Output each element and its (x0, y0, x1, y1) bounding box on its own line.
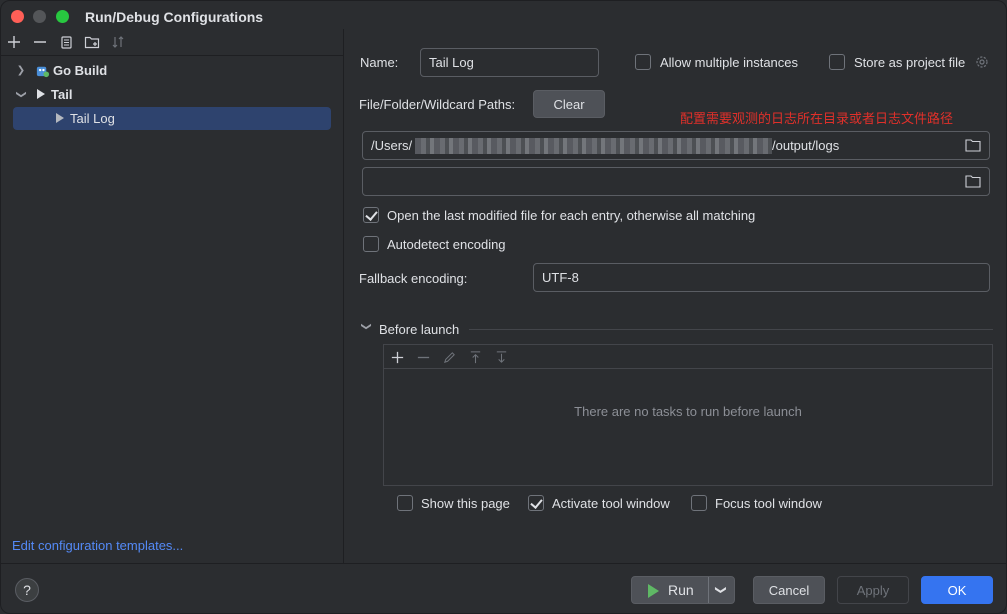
fallback-encoding-label: Fallback encoding: (359, 271, 468, 286)
chevron-down-icon[interactable]: ❯ (708, 585, 734, 594)
edit-configuration-templates-link[interactable]: Edit configuration templates... (12, 538, 183, 553)
ok-button[interactable]: OK (921, 576, 993, 604)
path-prefix: /Users/ (371, 138, 413, 153)
tree-item-label: Tail (51, 87, 73, 102)
copy-icon[interactable] (56, 32, 76, 52)
show-this-page-checkbox[interactable] (397, 495, 413, 511)
dialog-footer: ? Run ❯ Cancel Apply OK (1, 563, 1006, 613)
autodetect-encoding-label: Autodetect encoding (387, 237, 506, 252)
close-window-button[interactable] (11, 10, 24, 23)
tree-divider (1, 55, 343, 56)
path-suffix: /output/logs (772, 138, 840, 153)
name-input[interactable]: Tail Log (420, 48, 599, 77)
paths-label: File/Folder/Wildcard Paths: (359, 97, 516, 112)
cancel-button[interactable]: Cancel (753, 576, 825, 604)
maximize-window-button[interactable] (56, 10, 69, 23)
help-button[interactable]: ? (15, 578, 39, 602)
allow-multiple-label: Allow multiple instances (660, 55, 799, 70)
allow-multiple-checkbox[interactable] (635, 54, 651, 70)
focus-tool-window-label: Focus tool window (715, 496, 822, 511)
tree-item-tail[interactable]: ❯ Tail (13, 83, 331, 106)
tree-item-label: Tail Log (70, 111, 115, 126)
move-down-icon[interactable] (491, 347, 511, 367)
sort-icon[interactable] (108, 32, 128, 52)
empty-tasks-text: There are no tasks to run before launch (574, 404, 802, 419)
store-project-label: Store as project file (854, 55, 966, 70)
fallback-encoding-input[interactable]: UTF-8 (533, 263, 990, 292)
tree-toolbar (1, 29, 344, 55)
open-last-modified-label: Open the last modified file for each ent… (387, 208, 756, 223)
add-icon[interactable] (4, 32, 24, 52)
folder-icon[interactable] (965, 138, 981, 152)
redacted-path-segment (415, 138, 772, 154)
activate-tool-window-label: Activate tool window (552, 496, 670, 511)
add-task-icon[interactable] (387, 347, 407, 367)
new-folder-icon[interactable] (82, 32, 102, 52)
before-launch-toolbar (384, 345, 992, 369)
window-title: Run/Debug Configurations (85, 9, 264, 25)
chevron-down-icon[interactable]: ❯ (361, 322, 372, 330)
minimize-window-button[interactable] (33, 10, 46, 23)
autodetect-encoding-checkbox[interactable] (363, 236, 379, 252)
tail-log-run-icon (56, 113, 64, 123)
configuration-form: Name: Tail Log Allow multiple instances … (345, 29, 1006, 563)
tree-item-tail-log[interactable]: Tail Log (13, 107, 331, 130)
run-debug-dialog: Run/Debug Configurations ❯ Go Build ❯ Ta… (0, 0, 1007, 614)
activate-tool-window-checkbox[interactable] (528, 495, 544, 511)
clear-button[interactable]: Clear (533, 90, 605, 118)
gear-icon[interactable] (974, 54, 990, 70)
show-this-page-label: Show this page (421, 496, 510, 511)
configurations-tree-panel: ❯ Go Build ❯ Tail Tail Log Edit configur… (1, 29, 344, 563)
run-label: Run (668, 582, 694, 598)
focus-tool-window-checkbox[interactable] (691, 495, 707, 511)
run-button[interactable]: Run ❯ (631, 576, 735, 604)
name-label: Name: (360, 55, 399, 70)
run-play-icon (648, 584, 659, 598)
before-launch-task-list: There are no tasks to run before launch (383, 344, 993, 486)
remove-icon[interactable] (30, 32, 50, 52)
folder-icon[interactable] (965, 174, 981, 188)
before-launch-title: Before launch (379, 322, 460, 337)
chevron-down-icon[interactable]: ❯ (10, 89, 33, 101)
annotation-text: 配置需要观测的日志所在目录或者日志文件路径 (680, 112, 954, 127)
chevron-right-icon[interactable]: ❯ (15, 59, 27, 82)
go-build-icon (36, 66, 50, 78)
section-divider (469, 329, 993, 330)
tail-run-icon (37, 89, 45, 99)
apply-button[interactable]: Apply (837, 576, 909, 604)
path-input-2[interactable] (362, 167, 990, 196)
edit-task-icon[interactable] (439, 347, 459, 367)
remove-task-icon[interactable] (413, 347, 433, 367)
store-project-checkbox[interactable] (829, 54, 845, 70)
move-up-icon[interactable] (465, 347, 485, 367)
tree-item-go-build[interactable]: ❯ Go Build (13, 59, 331, 82)
tree-item-label: Go Build (53, 63, 108, 78)
open-last-modified-checkbox[interactable] (363, 207, 379, 223)
